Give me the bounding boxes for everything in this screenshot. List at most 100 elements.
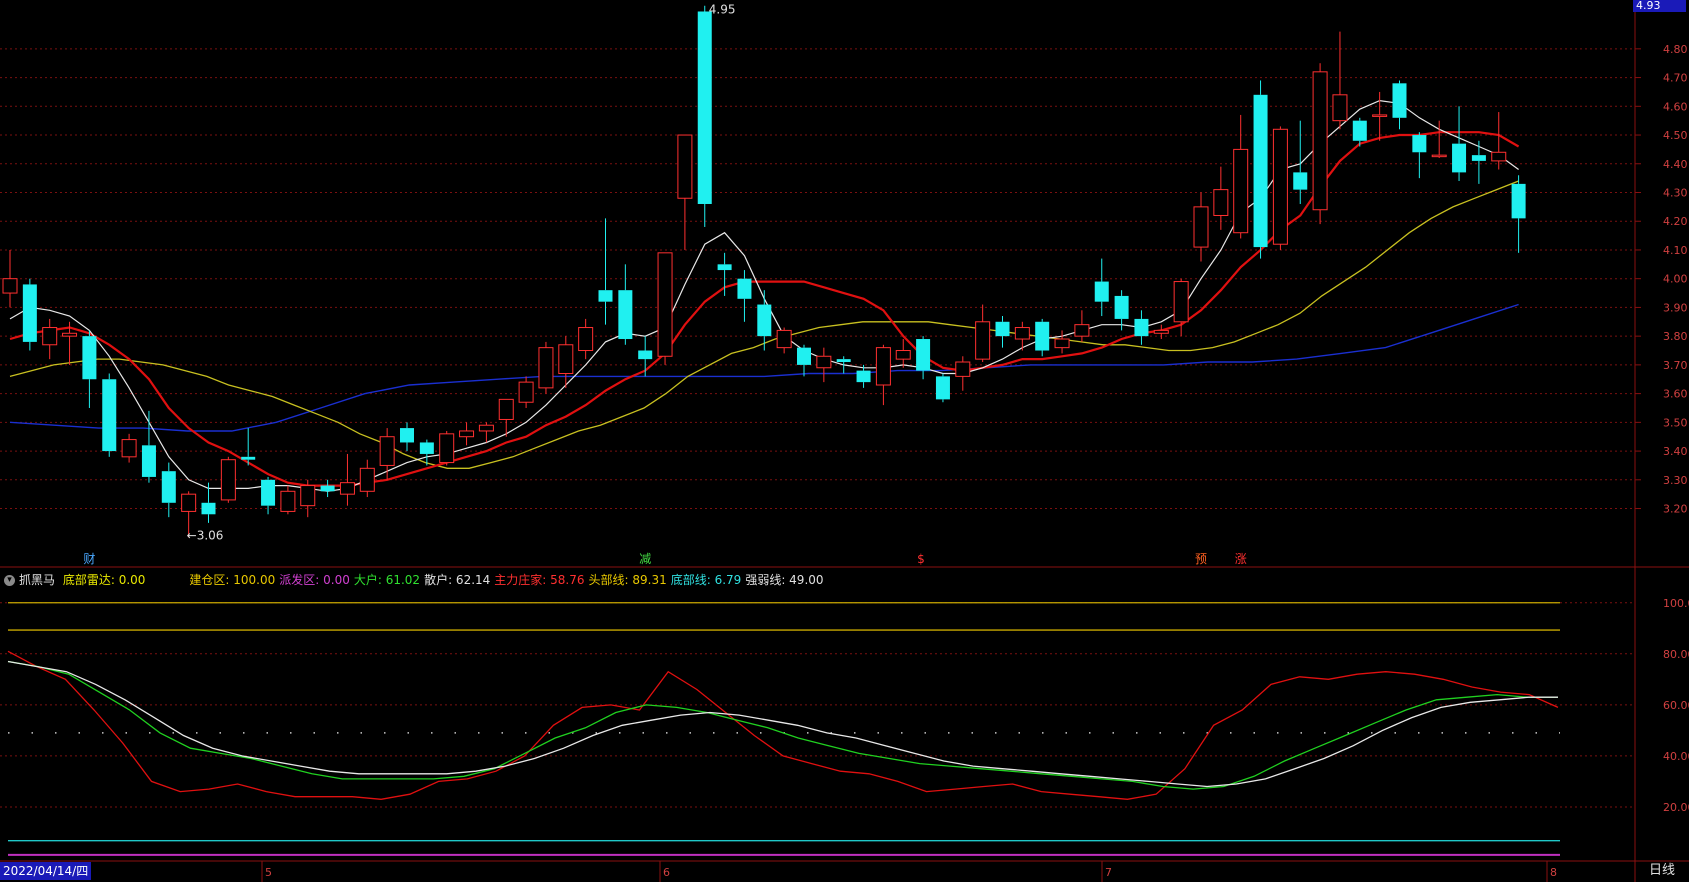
candle-body [895, 350, 911, 360]
candle-body [598, 290, 613, 302]
candle-body [757, 304, 772, 337]
indicator-item: 底部雷达: 0.00 [62, 573, 146, 587]
candle-body [121, 439, 137, 458]
price-axis-label: 4.30 [1663, 186, 1688, 199]
candle-body [1054, 338, 1070, 349]
price-axis-label: 3.80 [1663, 330, 1688, 343]
candle-body [181, 493, 197, 512]
candle-body [1114, 295, 1129, 319]
candle-body [836, 359, 851, 363]
price-axis-label: 4.10 [1663, 244, 1688, 257]
candle-body [1293, 172, 1308, 190]
candle-body [797, 347, 811, 365]
candle-body [1213, 189, 1229, 216]
candle-body [916, 339, 931, 371]
price-axis-label: 3.20 [1663, 503, 1688, 516]
indicator-name[interactable]: 抓黑马 [19, 573, 55, 587]
candle-body [1035, 321, 1050, 351]
price-axis-label: 3.40 [1663, 445, 1688, 458]
candle-body [478, 424, 494, 432]
high-price-marker: 4.95 [709, 3, 736, 17]
candle-body [102, 379, 117, 452]
candle-body [776, 329, 792, 349]
candle-body [638, 350, 653, 360]
candle-body [1253, 94, 1268, 248]
price-axis-label: 4.60 [1663, 100, 1688, 113]
price-axis-label: 3.70 [1663, 359, 1688, 372]
price-axis-label: 3.30 [1663, 474, 1688, 487]
candle-body [935, 376, 950, 400]
candle-body [439, 433, 455, 464]
candle-body [677, 134, 693, 199]
candle-body [82, 336, 97, 380]
month-label: 7 [1105, 866, 1112, 879]
candle-body [518, 381, 534, 403]
candle-body [1233, 148, 1249, 234]
candle-body [1193, 206, 1209, 248]
indicator-line-big-holder [7, 660, 1558, 790]
indicator-axis-label: 20.00 [1663, 801, 1689, 814]
event-marker: $ [917, 552, 925, 566]
candle-body [141, 445, 156, 477]
date-cursor-label: 2022/04/14/四 [0, 862, 92, 880]
candle-body [339, 482, 355, 495]
price-axis-label: 3.50 [1663, 416, 1688, 429]
indicator-line-main-force [7, 650, 1559, 800]
low-price-marker: ←3.06 [187, 528, 224, 542]
candle-body [955, 361, 971, 377]
candle-body [538, 347, 554, 389]
candle-body [856, 370, 871, 383]
indicator-axis-label: 80.00 [1663, 648, 1689, 661]
candle-body [359, 467, 375, 492]
indicator-axis-label: 40.00 [1663, 750, 1689, 763]
indicator-item: 派发区: 0.00 [279, 573, 350, 587]
event-marker: 财 [83, 552, 95, 566]
price-axis-label: 4.20 [1663, 215, 1688, 228]
candle-body [1392, 83, 1407, 118]
indicator-line-retail [7, 660, 1558, 788]
month-label: 8 [1550, 866, 1557, 879]
candle-body [1312, 71, 1328, 211]
candle-body [875, 347, 891, 386]
candle-body [280, 490, 296, 512]
indicator-axis-label: 100.0 [1663, 597, 1689, 610]
candle-body [320, 485, 335, 492]
candle-body [1491, 151, 1507, 162]
candle-body [1412, 135, 1427, 153]
candle-body [717, 264, 732, 271]
candle-body [1153, 329, 1169, 334]
candle-body [201, 502, 216, 515]
chart-canvas[interactable]: 4.80 4.70 4.60 4.50 4.40 4.30 4.20 4.10 4.00 3.90… [0, 0, 1689, 882]
price-axis-label: 4.40 [1663, 158, 1688, 171]
indicator-item: 散户: 62.14 [424, 573, 491, 587]
event-marker: 减 [639, 552, 651, 566]
candle-body [1074, 324, 1090, 337]
chevron-down-icon[interactable]: ▾ [4, 575, 15, 586]
candle-body [816, 355, 832, 369]
indicator-axis-label: 60.00 [1663, 699, 1689, 712]
candle-body [1332, 94, 1348, 122]
candle-body [995, 321, 1010, 337]
candle-body [241, 456, 256, 460]
price-axis-label: 4.70 [1663, 72, 1688, 85]
indicator-item: 建仓区: 100.00 [189, 573, 276, 587]
candle-body [697, 11, 712, 204]
candle-body [220, 459, 236, 501]
candle-body [1352, 120, 1367, 141]
candle-body [578, 327, 594, 352]
candle-body [975, 321, 991, 360]
period-tab-daily[interactable]: 日线 [1635, 862, 1689, 880]
month-label: 5 [265, 866, 272, 879]
candle-body [657, 252, 673, 357]
price-axis-label: 4.50 [1663, 129, 1688, 142]
candle-body [22, 284, 37, 342]
candle-body [1471, 155, 1486, 161]
candle-body [2, 278, 18, 294]
candle-body [419, 442, 434, 454]
candle-body [300, 485, 316, 507]
indicator-legend: ▾ 抓黑马 底部雷达: 0.00 建仓区: 100.00 派发区: 0.00 大户: 6… [0, 570, 1630, 590]
candle-body [498, 398, 514, 420]
price-axis-label: 4.80 [1663, 43, 1688, 56]
indicator-item: 底部线: 6.79 [670, 573, 742, 587]
candle-body [1094, 281, 1109, 302]
